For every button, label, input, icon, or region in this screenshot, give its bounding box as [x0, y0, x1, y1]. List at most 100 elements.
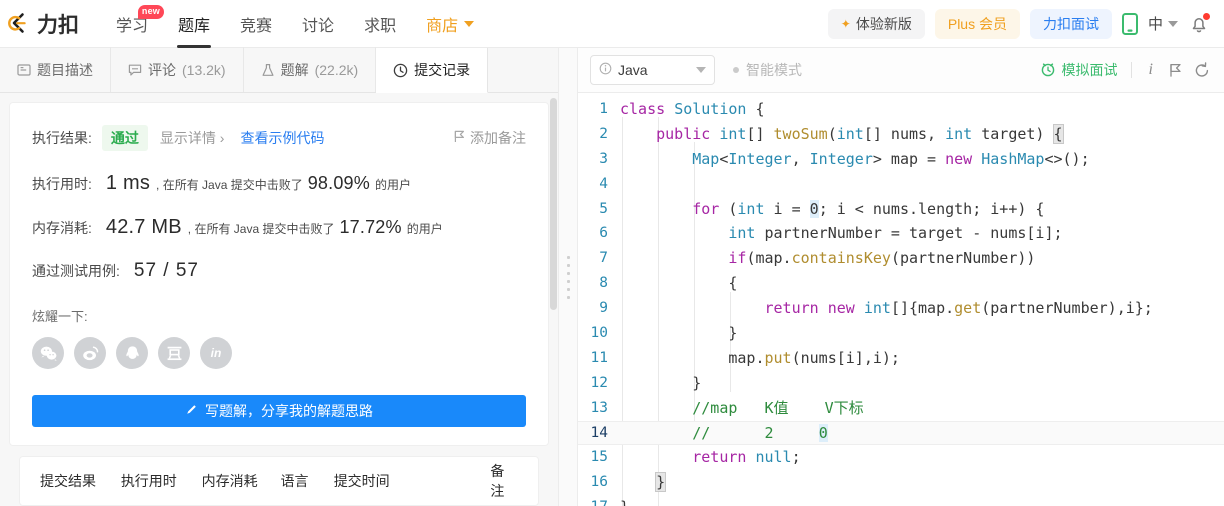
code-line[interactable]: 8 {	[578, 271, 1224, 296]
flask-icon	[261, 63, 275, 77]
code-line[interactable]: 6 int partnerNumber = target - nums[i];	[578, 221, 1224, 246]
code-line[interactable]: 17 }	[578, 495, 1224, 506]
line-number: 3	[599, 150, 608, 167]
nav-item-study[interactable]: 学习 new	[101, 0, 165, 48]
mobile-icon[interactable]	[1121, 12, 1138, 35]
smart-mode-toggle[interactable]: 智能模式	[733, 60, 802, 80]
lc-interview-button[interactable]: 力扣面试	[1029, 8, 1112, 39]
result-status-row: 执行结果: 通过 显示详情 › 查看示例代码 添加备注	[32, 125, 526, 151]
bell-icon[interactable]	[1188, 12, 1210, 35]
linkedin-text: in	[210, 346, 222, 360]
wechat-icon[interactable]	[32, 337, 64, 369]
mock-interview-label: 模拟面试	[1061, 62, 1118, 78]
reset-icon[interactable]	[1194, 62, 1210, 78]
col-result[interactable]: 提交结果	[40, 471, 121, 491]
col-runtime[interactable]: 执行用时	[121, 471, 202, 491]
code-line[interactable]: 10 }	[578, 321, 1224, 346]
new-badge: new	[137, 4, 165, 19]
info-icon[interactable]: i	[1145, 61, 1157, 79]
tab-comments[interactable]: 评论 (13.2k)	[111, 47, 244, 92]
line-number: 12	[590, 374, 608, 391]
runtime-row: 执行用时: 1 ms , 在所有 Java 提交中击败了 98.09% 的用户	[32, 172, 526, 195]
nav-item-problems[interactable]: 题库	[163, 0, 225, 48]
line-content: class Solution {	[620, 100, 765, 118]
line-content: }	[620, 495, 629, 506]
alarm-clock-icon	[1040, 61, 1056, 80]
line-content: return new int[]{map.get(partnerNumber),…	[764, 299, 1153, 318]
code-line[interactable]: 5 for (int i = 0; i < nums.length; i++) …	[578, 197, 1224, 222]
nav-item-contest[interactable]: 竞赛	[225, 0, 287, 48]
weibo-icon[interactable]	[74, 337, 106, 369]
flag-icon[interactable]	[1169, 63, 1182, 78]
code-line[interactable]: 1 class Solution {	[578, 97, 1224, 122]
mock-interview-button[interactable]: 模拟面试	[1040, 60, 1118, 80]
nav-item-store[interactable]: 商店	[411, 0, 489, 48]
lc-interview-label: 力扣面试	[1042, 15, 1099, 32]
line-number: 10	[590, 325, 608, 342]
line-number: 9	[599, 300, 608, 317]
code-line[interactable]: 3 Map<Integer, Integer> map = new HashMa…	[578, 147, 1224, 172]
toolbar-divider	[1130, 62, 1132, 78]
panel-splitter[interactable]	[558, 48, 578, 506]
show-detail-link[interactable]: 显示详情 ›	[160, 128, 225, 148]
code-line[interactable]: 7 if(map.containsKey(partnerNumber))	[578, 246, 1224, 271]
table-header-row: 提交结果 执行用时 内存消耗 语言 提交时间 备注	[20, 457, 538, 505]
code-line-active[interactable]: 14 // 2 0	[578, 420, 1224, 446]
line-content: public int[] twoSum(int[] nums, int targ…	[656, 123, 1064, 144]
code-line[interactable]: 16 }	[578, 470, 1224, 495]
add-note-button[interactable]: 添加备注	[454, 128, 526, 148]
code-editor[interactable]: 1 class Solution { 2 public int[] twoSum…	[578, 93, 1224, 506]
main-nav: 学习 new 题库 竞赛 讨论 求职 商店	[101, 0, 489, 48]
app-header: 力扣 学习 new 题库 竞赛 讨论 求职 商店 ✦ 体验新版 Plus 会员	[0, 0, 1224, 48]
code-line[interactable]: 12 }	[578, 371, 1224, 396]
sparkle-icon: ✦	[840, 16, 851, 31]
tab-label: 评论	[148, 61, 176, 78]
flaunt-label: 炫耀一下:	[32, 309, 88, 324]
smart-mode-label: 智能模式	[746, 62, 802, 78]
status-badge: 通过	[101, 125, 148, 151]
leetcode-logo-icon	[8, 11, 34, 37]
code-line[interactable]: 4	[578, 172, 1224, 197]
line-number: 13	[590, 399, 608, 416]
logo[interactable]: 力扣	[8, 9, 79, 39]
memory-row: 内存消耗: 42.7 MB , 在所有 Java 提交中击败了 17.72% 的…	[32, 216, 526, 239]
nav-item-jobs[interactable]: 求职	[349, 0, 411, 48]
code-line[interactable]: 11 map.put(nums[i],i);	[578, 346, 1224, 371]
line-content: {	[620, 274, 738, 293]
nav-item-discuss[interactable]: 讨论	[287, 0, 349, 48]
code-line[interactable]: 13 //map K值 V下标	[578, 396, 1224, 421]
left-scroll-area: 执行结果: 通过 显示详情 › 查看示例代码 添加备注 执行用时: 1 ms ,…	[0, 93, 558, 506]
logo-text: 力扣	[37, 13, 79, 37]
memory-label: 内存消耗:	[32, 220, 92, 236]
write-solution-button[interactable]: 写题解，分享我的解题思路	[32, 395, 526, 427]
qq-icon[interactable]	[116, 337, 148, 369]
linkedin-icon[interactable]: in	[200, 337, 232, 369]
col-language[interactable]: 语言	[280, 471, 333, 491]
notification-dot	[1203, 12, 1210, 20]
tab-solutions[interactable]: 题解 (22.2k)	[244, 47, 377, 92]
tab-description[interactable]: 题目描述	[0, 47, 111, 92]
col-note[interactable]: 备注	[490, 461, 518, 501]
left-panel-scrollbar[interactable]	[550, 98, 557, 310]
nav-label: 题库	[178, 17, 211, 35]
col-memory[interactable]: 内存消耗	[202, 471, 281, 491]
line-number: 17	[578, 495, 620, 506]
code-line[interactable]: 9 return new int[]{map.get(partnerNumber…	[578, 296, 1224, 321]
splitter-grip-icon	[566, 255, 570, 299]
tab-submissions[interactable]: 提交记录	[376, 48, 489, 93]
code-line[interactable]: 2 public int[] twoSum(int[] nums, int ta…	[578, 122, 1224, 147]
plus-membership-button[interactable]: Plus 会员	[934, 8, 1020, 39]
col-time[interactable]: 提交时间	[334, 471, 491, 491]
line-number: 8	[599, 275, 608, 292]
try-new-version-button[interactable]: ✦ 体验新版	[827, 8, 925, 39]
nav-label: 求职	[364, 17, 397, 35]
exec-result-label: 执行结果:	[32, 130, 92, 146]
language-select[interactable]: Java	[590, 55, 715, 85]
line-content: }	[655, 472, 667, 493]
view-sample-code-link[interactable]: 查看示例代码	[240, 128, 324, 148]
code-line[interactable]: 15 return null;	[578, 445, 1224, 470]
douban-icon[interactable]	[158, 337, 190, 369]
line-number: 2	[599, 125, 608, 142]
add-note-label: 添加备注	[470, 130, 526, 146]
language-switcher[interactable]: 中	[1148, 13, 1178, 34]
